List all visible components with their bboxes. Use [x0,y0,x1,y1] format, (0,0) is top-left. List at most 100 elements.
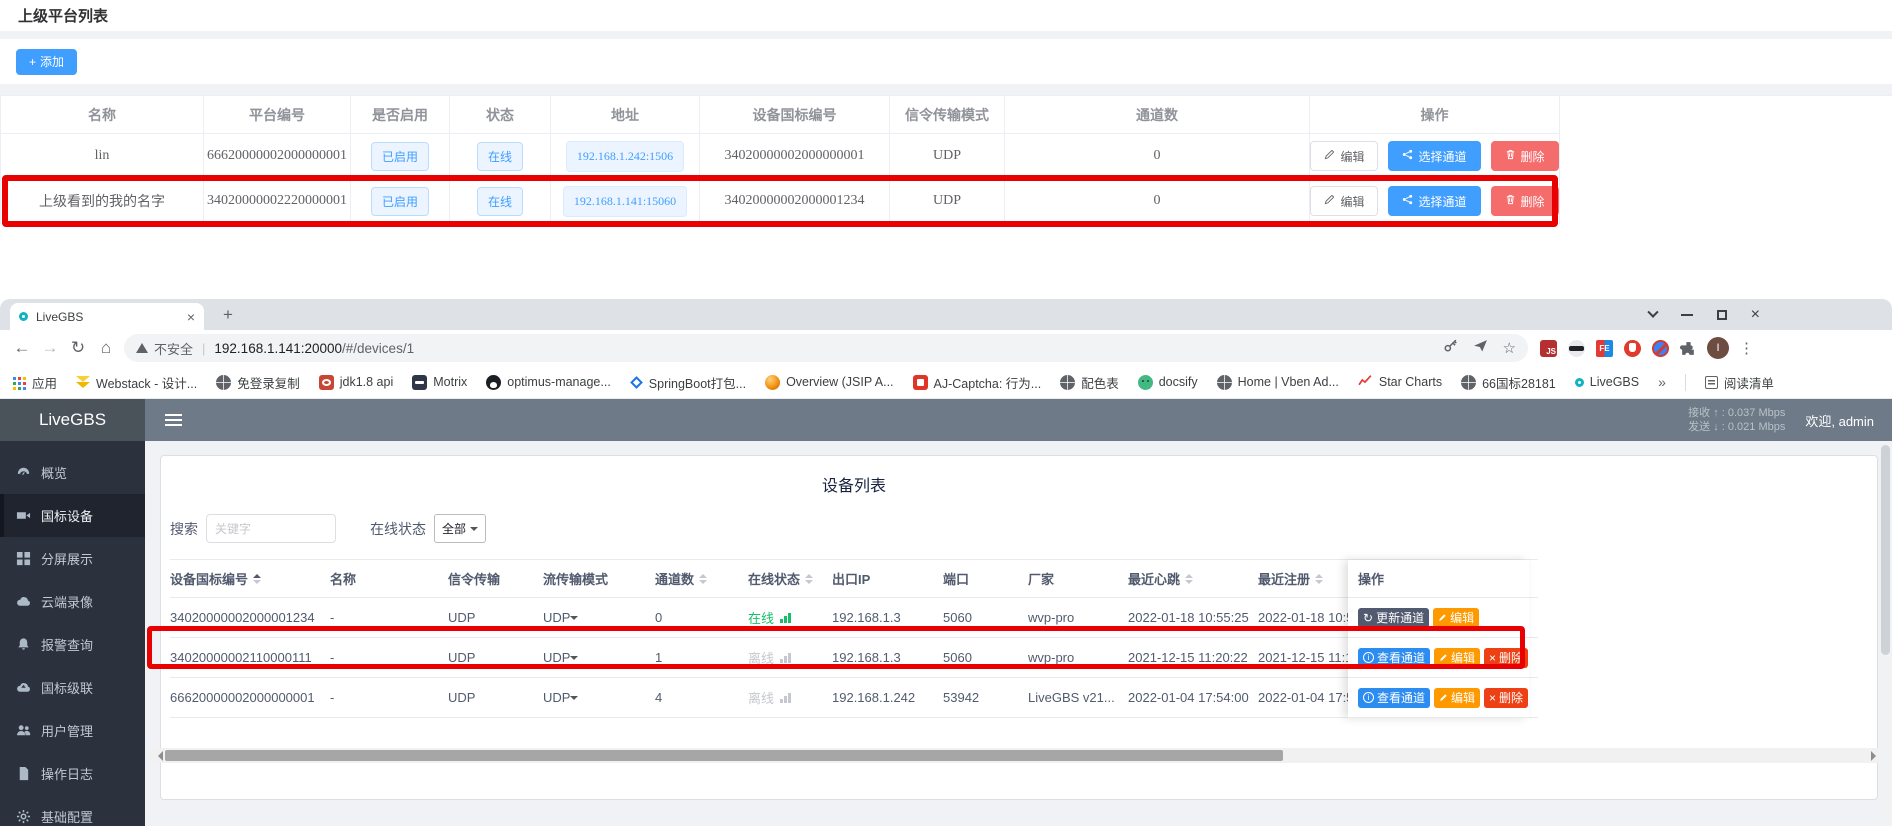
extension-blocker-icon[interactable] [1652,340,1669,357]
bookmark-aj-captcha[interactable]: AJ-Captcha: 行为... [913,373,1042,392]
sort-icon[interactable] [253,570,261,588]
extension-adblock-hand-icon[interactable] [1624,340,1641,357]
bookmark-webstack[interactable]: Webstack - 设计... [76,373,197,392]
horizontal-scrollbar[interactable] [150,748,1884,763]
welcome-user[interactable]: 欢迎, admin [1805,411,1874,430]
extension-js-icon[interactable]: JS [1540,340,1557,357]
row-gutter [1560,179,1892,224]
address-chip[interactable]: 192.168.1.141:15060 [563,186,687,217]
bookmark-copy-free[interactable]: 免登录复制 [216,373,300,392]
delete-button[interactable]: 删除 [1491,141,1559,171]
reading-list-button[interactable]: 阅读清单 [1705,373,1774,392]
share-icon [1402,194,1413,208]
bookmarks-overflow-icon[interactable]: » [1658,374,1666,390]
vertical-scrollbar[interactable] [1879,441,1892,826]
search-input[interactable] [206,514,336,543]
select-channel-button[interactable]: 选择通道 [1388,186,1480,216]
send-to-device-icon[interactable] [1473,338,1488,358]
bookmark-apps[interactable]: 应用 [12,373,57,392]
edit-button[interactable]: 编辑 [1310,186,1378,216]
delete-device-button[interactable]: ×删除 [1484,648,1528,668]
view-channels-button[interactable]: i查看通道 [1358,648,1430,668]
col-channels[interactable]: 通道数 [655,569,748,588]
sidebar-item-split-screen[interactable]: 分屏展示 [0,537,145,580]
scrollbar-thumb[interactable] [165,750,1283,761]
bookmark-color-table[interactable]: 配色表 [1060,373,1119,392]
sidebar-item-gb-cascade[interactable]: 国标级联 [0,666,145,709]
sidebar-toggle-icon[interactable] [165,419,182,421]
reload-icon[interactable]: ↻ [64,334,92,362]
col-device-id[interactable]: 设备国标编号 [170,569,330,588]
scrollbar-thumb[interactable] [1881,445,1890,655]
delete-device-button[interactable]: ×删除 [1484,688,1528,708]
sort-icon[interactable] [1315,570,1323,588]
online-status-select[interactable]: 全部 [434,514,486,543]
bookmark-gb28181[interactable]: 66国标28181 [1461,373,1556,392]
browser-window: LiveGBS × + × ← → ↻ ⌂ 不安全 | 192.168.1.14… [0,299,1892,826]
key-icon[interactable] [1443,338,1458,358]
address-chip[interactable]: 192.168.1.242:1506 [566,141,684,172]
bookmark-star-icon[interactable]: ☆ [1503,339,1516,357]
col-heartbeat[interactable]: 最近心跳 [1128,569,1258,588]
app-logo[interactable]: LiveGBS [0,399,145,441]
cell-vendor: wvp-pro [1028,650,1128,665]
new-tab-button[interactable]: + [216,303,240,327]
bookmark-jdk-api[interactable]: jdk1.8 api [319,375,394,390]
bookmark-optimus[interactable]: optimus-manage... [486,375,611,390]
chart-bars-icon[interactable] [780,613,791,623]
cell-stream-mode[interactable]: UDP [543,610,655,625]
tab-close-icon[interactable]: × [187,310,195,324]
browser-tab-livegbs[interactable]: LiveGBS × [10,303,204,330]
forward-icon[interactable]: → [36,334,64,362]
edit-device-button[interactable]: 编辑 [1434,648,1480,668]
extensions-puzzle-icon[interactable] [1680,340,1697,357]
chevron-down-icon[interactable] [1647,306,1658,317]
col-online-status[interactable]: 在线状态 [748,569,832,588]
browser-menu-icon[interactable]: ⋮ [1739,339,1754,357]
home-icon[interactable]: ⌂ [92,334,120,362]
maximize-icon[interactable] [1717,310,1727,320]
delete-button[interactable]: 删除 [1491,186,1559,216]
sidebar-item-user-management[interactable]: 用户管理 [0,709,145,752]
window-close-icon[interactable]: × [1751,307,1760,323]
bookmark-livegbs[interactable]: LiveGBS [1575,375,1639,389]
bookmark-springboot[interactable]: SpringBoot打包... [630,373,746,392]
app-header: LiveGBS 接收 ↑ : 0.037 Mbps 发送 ↓ : 0.021 M… [0,399,1892,441]
share-icon [1402,149,1413,163]
cell-stream-mode[interactable]: UDP [543,650,655,665]
edit-button[interactable]: 编辑 [1310,141,1378,171]
sort-icon[interactable] [805,570,813,588]
extension-incognito-icon[interactable] [1568,340,1585,357]
bookmark-overview-jsip[interactable]: Overview (JSIP A... [765,375,893,390]
sidebar-item-overview[interactable]: 概览 [0,451,145,494]
cell-device-id: 66620000002000000001 [170,690,330,705]
view-channels-button[interactable]: i查看通道 [1358,688,1430,708]
sort-icon[interactable] [699,570,707,588]
sidebar-item-gb-devices[interactable]: 国标设备 [0,494,145,537]
cell-address: 192.168.1.242:1506 [551,134,700,179]
select-channel-button[interactable]: 选择通道 [1388,141,1480,171]
profile-avatar[interactable]: I [1707,337,1729,359]
address-bar[interactable]: 不安全 | 192.168.1.141:20000 /#/devices/1 ☆ [124,334,1528,362]
add-platform-button[interactable]: + 添加 [16,49,77,75]
bookmark-docsify[interactable]: docsify [1138,375,1198,390]
sidebar-item-cloud-recording[interactable]: 云端录像 [0,580,145,623]
sidebar-item-alarm-query[interactable]: 报警查询 [0,623,145,666]
back-icon[interactable]: ← [8,334,36,362]
minimize-icon[interactable] [1681,314,1693,316]
globe-icon [1217,375,1232,390]
update-channels-button[interactable]: ↻更新通道 [1358,608,1429,628]
bookmark-vben[interactable]: Home | Vben Ad... [1217,375,1339,390]
sidebar-item-basic-config[interactable]: 基础配置 [0,795,145,826]
bookmark-star-charts[interactable]: Star Charts [1358,373,1442,391]
extension-fe-icon[interactable]: FE [1596,340,1613,357]
edit-device-button[interactable]: 编辑 [1434,688,1480,708]
sort-icon[interactable] [1185,570,1193,588]
cell-stream-mode[interactable]: UDP [543,690,655,705]
cell-online-status[interactable]: 在线 [748,608,832,627]
edit-device-button[interactable]: 编辑 [1433,608,1479,628]
sidebar-item-operation-log[interactable]: 操作日志 [0,752,145,795]
bookmark-motrix[interactable]: Motrix [412,375,467,390]
not-secure-label[interactable]: 不安全 [154,339,193,358]
scroll-left-icon[interactable] [153,751,163,761]
